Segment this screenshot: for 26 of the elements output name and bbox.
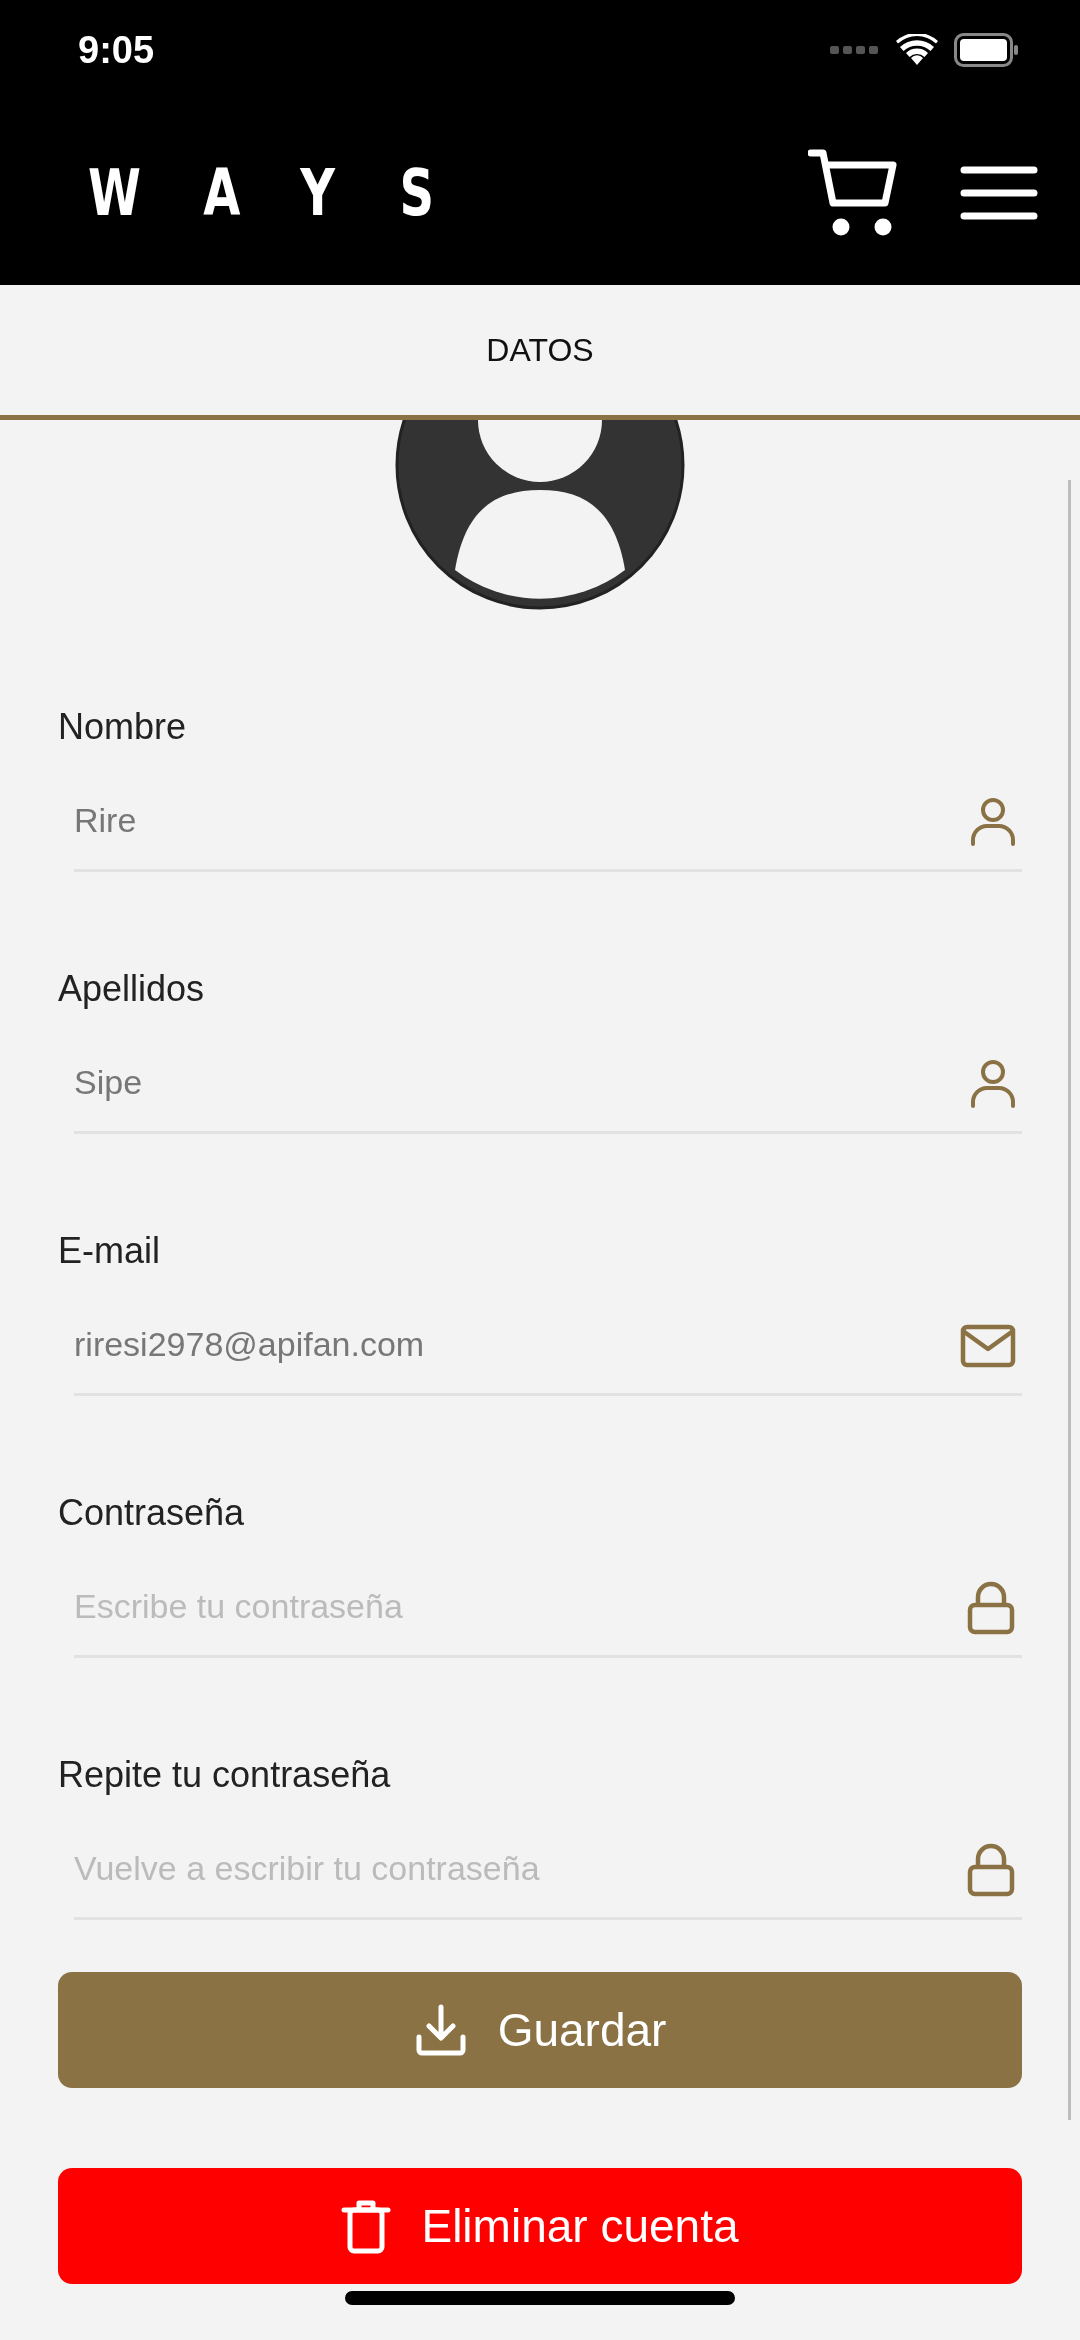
input-field[interactable]: Escribe tu contraseña — [74, 1558, 1022, 1658]
input-field[interactable]: Rire — [74, 772, 1022, 872]
cellular-signal-icon — [830, 45, 880, 55]
lock-icon — [966, 1581, 1016, 1635]
status-time: 9:05 — [78, 27, 155, 73]
input-field[interactable]: riresi2978@apifan.com — [74, 1296, 1022, 1396]
field-label: Contraseña — [58, 1491, 246, 1535]
wifi-icon — [896, 34, 938, 66]
menu-icon[interactable] — [960, 165, 1038, 220]
input-field[interactable]: Sipe — [74, 1034, 1022, 1134]
save-button[interactable]: Guardar — [58, 1972, 1022, 2088]
input-field[interactable]: Vuelve a escribir tu contraseña — [74, 1820, 1022, 1920]
lock-icon — [966, 1843, 1016, 1897]
trash-icon — [341, 2198, 392, 2254]
field-label: Nombre — [58, 705, 188, 749]
mail-icon — [960, 1324, 1016, 1368]
person-icon — [970, 797, 1016, 847]
cart-icon[interactable] — [808, 148, 900, 237]
logo: WAYS — [88, 154, 499, 232]
field-label: E-mail — [58, 1229, 161, 1273]
field-label: Repite tu contraseña — [58, 1753, 392, 1797]
battery-icon — [954, 33, 1018, 67]
person-icon — [970, 1059, 1016, 1109]
tab[interactable]: DATOS — [466, 316, 614, 384]
delete-account-button[interactable]: Eliminar cuenta — [58, 2168, 1022, 2284]
field-label: Apellidos — [58, 967, 206, 1011]
